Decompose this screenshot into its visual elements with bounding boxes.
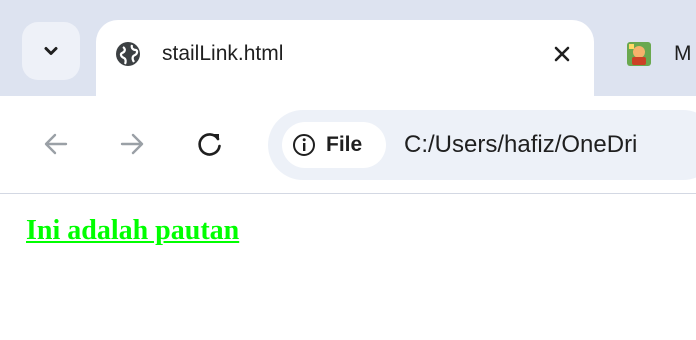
close-icon xyxy=(554,46,570,62)
address-bar[interactable]: File C:/Users/hafiz/OneDri xyxy=(268,110,696,180)
browser-tab-strip: stailLink.html M xyxy=(0,0,696,100)
tab-title: M xyxy=(674,42,692,65)
back-button[interactable] xyxy=(38,126,74,162)
tab-title: stailLink.html xyxy=(162,42,284,65)
page-content: Ini adalah pautan xyxy=(0,195,696,340)
globe-icon xyxy=(116,42,140,66)
site-info-button[interactable]: File xyxy=(282,122,386,168)
close-tab-button[interactable] xyxy=(548,40,576,68)
reload-button[interactable] xyxy=(192,126,228,162)
arrow-right-icon xyxy=(120,133,144,155)
tab-search-button[interactable] xyxy=(22,22,80,80)
arrow-left-icon xyxy=(44,133,68,155)
site-favicon-icon xyxy=(627,42,651,66)
site-info-label: File xyxy=(326,133,363,156)
forward-button[interactable] xyxy=(114,126,150,162)
browser-toolbar: File C:/Users/hafiz/OneDri xyxy=(0,96,696,194)
reload-icon xyxy=(198,133,221,156)
chevron-down-icon xyxy=(44,47,58,55)
url-text[interactable]: C:/Users/hafiz/OneDri xyxy=(404,129,637,161)
tab-inactive[interactable]: M xyxy=(612,20,696,80)
page-link[interactable]: Ini adalah pautan xyxy=(26,215,239,247)
info-icon xyxy=(293,134,315,156)
tab-active[interactable]: stailLink.html xyxy=(96,20,594,100)
